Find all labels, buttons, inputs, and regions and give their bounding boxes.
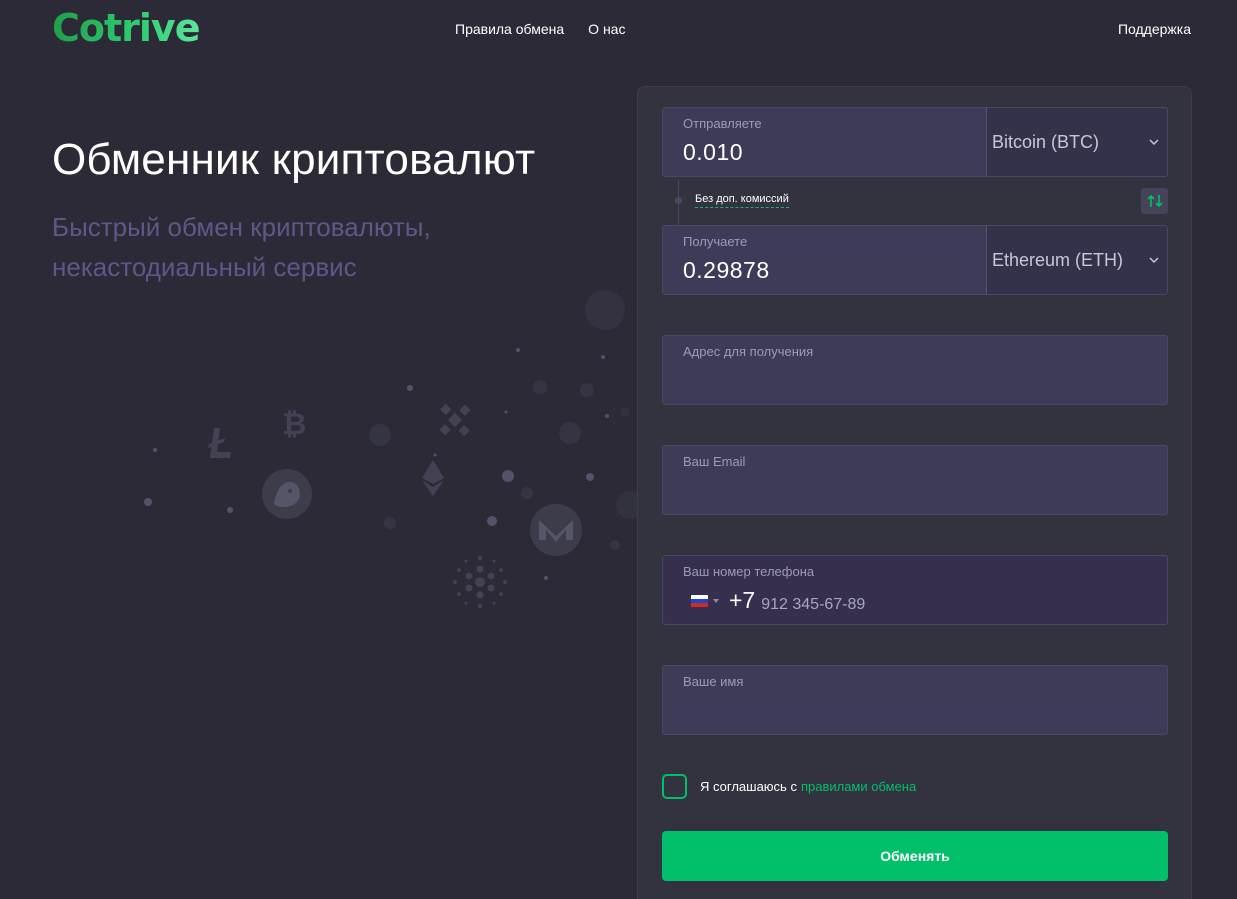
email-input[interactable] [683,477,1147,495]
ethereum-icon [422,460,444,496]
receive-label: Получаете [683,234,748,249]
address-field[interactable]: Адрес для получения [662,335,1168,405]
monero-icon [530,504,582,556]
phone-country-code: +7 [729,587,756,613]
support-link[interactable]: Поддержка [1118,21,1191,37]
receive-row: Получаете 0.29878 Ethereum (ETH) [662,225,1168,295]
russia-flag-icon[interactable] [691,594,708,607]
crypto-coins-decoration: ₿ [144,290,640,608]
send-amount-field[interactable]: Отправляете 0.010 [663,108,986,176]
page: Cotrive Правила обмена О нас Поддержка О… [0,0,1237,899]
country-dropdown-caret-icon[interactable] [713,598,719,603]
send-label: Отправляете [683,116,762,131]
no-fee-link[interactable]: Без доп. комиссий [695,193,789,208]
hero-title: Обменник криптовалют [52,135,536,184]
send-amount[interactable]: 0.010 [683,139,966,166]
swap-button[interactable] [1141,188,1168,214]
bitcoin-icon: ₿ [282,407,306,442]
receive-currency: Ethereum (ETH) [992,249,1124,270]
send-currency: Bitcoin (BTC) [992,131,1100,152]
phone-label: Ваш номер телефона [683,564,815,579]
exchange-rules-link[interactable]: правилами обмена [801,779,916,794]
phone-input[interactable] [761,595,1147,614]
email-field[interactable]: Ваш Email [662,445,1168,515]
receive-currency-select[interactable]: Ethereum (ETH) [986,226,1167,294]
phone-field[interactable]: Ваш номер телефона +7 [662,555,1168,625]
agree-text: Я соглашаюсь с [700,779,797,794]
binance-icon [439,403,471,437]
litecoin-icon [208,428,231,458]
receive-amount-field[interactable]: Получаете 0.29878 [663,226,986,294]
email-label: Ваш Email [683,454,746,469]
send-row: Отправляете 0.010 Bitcoin (BTC) [662,107,1168,177]
connector-dot [675,197,682,204]
phone-row: +7 [683,587,1147,614]
send-currency-select[interactable]: Bitcoin (BTC) [986,108,1167,176]
receive-amount[interactable]: 0.29878 [683,257,966,284]
exchange-connector: Без доп. комиссий [662,180,1168,226]
hero-subtitle: Быстрый обмен криптовалюты, некастодиаль… [52,212,431,282]
exchange-button[interactable]: Обменять [662,831,1168,881]
logo[interactable]: Cotrive [52,6,200,50]
address-input[interactable] [683,367,1147,385]
agree-checkbox[interactable] [662,774,687,799]
svg-text:₿: ₿ [282,407,306,442]
exchange-form-panel: Отправляете 0.010 Bitcoin (BTC) Без доп.… [637,86,1192,899]
nav-about[interactable]: О нас [588,21,625,37]
address-label: Адрес для получения [683,344,814,359]
chevron-down-icon [1149,257,1159,264]
name-label: Ваше имя [683,674,744,689]
name-field[interactable]: Ваше имя [662,665,1168,735]
top-nav: Правила обмена О нас [455,21,625,37]
cardano-icon [453,556,507,608]
swap-arrows-icon [1146,194,1163,208]
nav-exchange-rules[interactable]: Правила обмена [455,21,564,37]
chevron-down-icon [1149,139,1159,146]
dogecoin-icon [262,469,312,519]
agreement-row: Я соглашаюсь с правилами обмена [662,774,916,799]
name-input[interactable] [683,697,1147,715]
